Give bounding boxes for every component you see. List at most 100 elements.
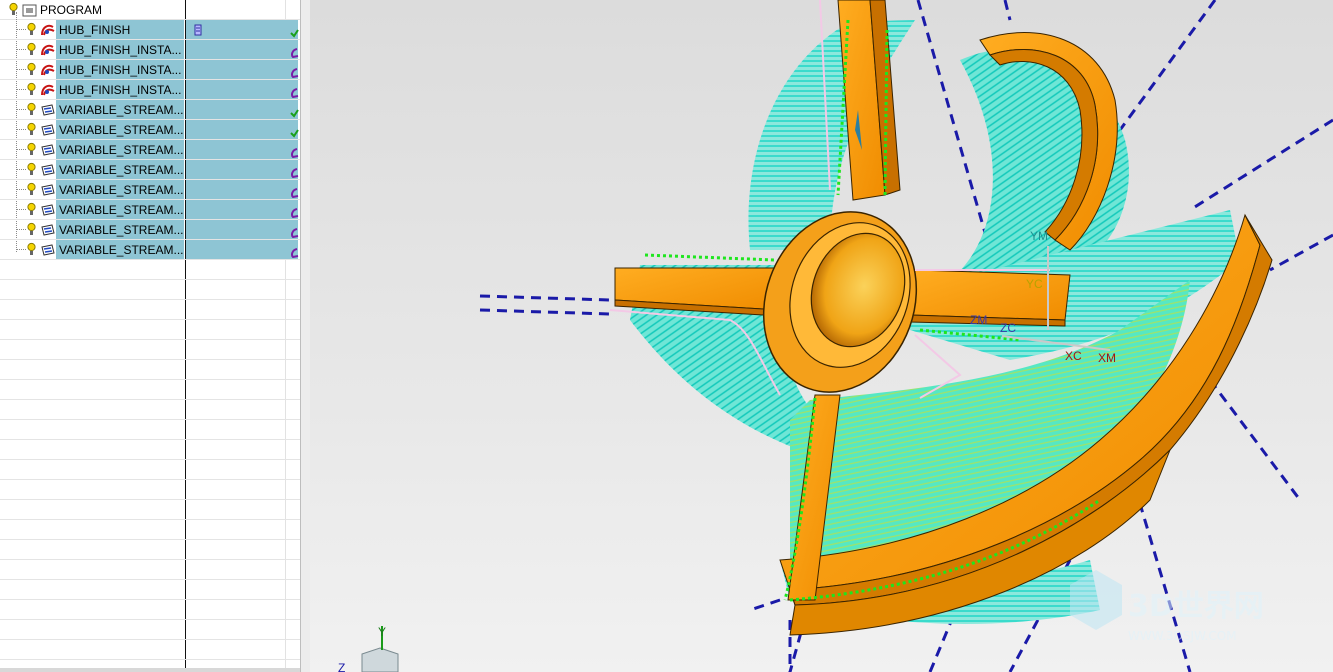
- light-bulb-icon: [27, 242, 36, 257]
- operation-label: VARIABLE_STREAM...: [59, 143, 184, 157]
- triad-y-label: Y: [378, 625, 386, 639]
- empty-row: [0, 260, 300, 280]
- variable-streamline-icon: [40, 123, 56, 137]
- variable-streamline-icon: [40, 143, 56, 157]
- operation-row[interactable]: VARIABLE_STREAM...: [0, 160, 300, 180]
- empty-row: [0, 440, 300, 460]
- operation-label: VARIABLE_STREAM...: [59, 223, 184, 237]
- light-bulb-icon: [27, 222, 36, 237]
- light-bulb-icon: [27, 82, 36, 97]
- variable-streamline-icon: [40, 163, 56, 177]
- light-bulb-icon: [27, 42, 36, 57]
- variable-streamline-icon: [40, 203, 56, 217]
- operation-row[interactable]: VARIABLE_STREAM...: [0, 100, 300, 120]
- selection-highlight: [186, 240, 298, 259]
- zm-label: ZM: [970, 313, 987, 327]
- selection-highlight: [186, 220, 298, 239]
- operation-row[interactable]: HUB_FINISH: [0, 20, 300, 40]
- operation-label: VARIABLE_STREAM...: [59, 183, 184, 197]
- operation-row[interactable]: VARIABLE_STREAM...: [0, 220, 300, 240]
- hub-finish-icon: [40, 63, 56, 77]
- xm-label: XM: [1098, 351, 1116, 365]
- tree-connector: [16, 109, 26, 110]
- program-label: PROGRAM: [40, 3, 103, 17]
- yc-label: YC: [1026, 277, 1043, 291]
- empty-row: [0, 320, 300, 340]
- regenerate-icon: [290, 65, 299, 79]
- operation-row[interactable]: VARIABLE_STREAM...: [0, 200, 300, 220]
- light-bulb-icon: [27, 102, 36, 117]
- operation-row[interactable]: HUB_FINISH_INSTA...: [0, 80, 300, 100]
- selection-highlight: [186, 140, 298, 159]
- selection-highlight: [186, 120, 298, 139]
- empty-row: [0, 420, 300, 440]
- horizontal-scrollbar[interactable]: [0, 668, 300, 672]
- tree-connector: [16, 189, 26, 190]
- regenerate-icon: [290, 185, 299, 199]
- tree-connector: [16, 249, 26, 250]
- selection-highlight: [186, 200, 298, 219]
- empty-row: [0, 280, 300, 300]
- operation-label: HUB_FINISH: [59, 23, 131, 37]
- hub-finish-icon: [40, 43, 56, 57]
- operation-row[interactable]: VARIABLE_STREAM...: [0, 140, 300, 160]
- variable-streamline-icon: [40, 243, 56, 257]
- operation-row[interactable]: HUB_FINISH_INSTA...: [0, 60, 300, 80]
- selection-highlight: [186, 60, 298, 79]
- tree-connector: [16, 49, 26, 50]
- empty-row: [0, 380, 300, 400]
- regenerate-icon: [290, 145, 299, 159]
- complete-check-icon: [290, 105, 299, 118]
- tree-connector: [16, 29, 26, 30]
- triad-z-label: Z: [338, 661, 345, 672]
- empty-row: [0, 460, 300, 480]
- ym-label: YM: [1030, 229, 1048, 243]
- tree-connector: [16, 129, 26, 130]
- operation-label: HUB_FINISH_INSTA...: [59, 43, 182, 57]
- hub-finish-icon: [40, 83, 56, 97]
- light-bulb-icon: [27, 122, 36, 137]
- empty-row: [0, 620, 300, 640]
- regenerate-icon: [290, 85, 299, 99]
- tree-connector: [16, 169, 26, 170]
- impeller-blade-mid: [909, 269, 1071, 327]
- selection-highlight: [186, 100, 298, 119]
- operation-label: VARIABLE_STREAM...: [59, 103, 184, 117]
- light-bulb-icon: [27, 142, 36, 157]
- operation-row[interactable]: VARIABLE_STREAM...: [0, 120, 300, 140]
- selection-highlight: [186, 80, 298, 99]
- complete-check-icon: [290, 125, 299, 138]
- operation-row[interactable]: VARIABLE_STREAM...: [0, 180, 300, 200]
- variable-streamline-icon: [40, 223, 56, 237]
- light-bulb-icon: [27, 182, 36, 197]
- zc-label: ZC: [1000, 321, 1016, 335]
- operation-navigator[interactable]: PROGRAM HUB_FINISH HUB_FINISH_INSTA... HUB_…: [0, 0, 301, 672]
- light-bulb-icon: [27, 162, 36, 177]
- model-view[interactable]: YM YC ZM ZC XC XM Y Z 3D世界网 WWW.3DSJW.CO…: [310, 0, 1333, 672]
- regenerate-icon: [290, 165, 299, 179]
- selection-highlight: [186, 180, 298, 199]
- tree-connector: [16, 229, 26, 230]
- empty-row: [0, 600, 300, 620]
- graphics-window[interactable]: YM YC ZM ZC XC XM Y Z 3D世界网 WWW.3DSJW.CO…: [310, 0, 1333, 672]
- empty-row: [0, 480, 300, 500]
- selection-highlight: [186, 160, 298, 179]
- empty-row: [0, 360, 300, 380]
- light-bulb-icon: [27, 62, 36, 77]
- regenerate-icon: [290, 245, 299, 259]
- empty-row: [0, 640, 300, 660]
- empty-row: [0, 400, 300, 420]
- operation-row[interactable]: VARIABLE_STREAM...: [0, 240, 300, 260]
- operation-row[interactable]: HUB_FINISH_INSTA...: [0, 40, 300, 60]
- empty-row: [0, 540, 300, 560]
- tree-row-program[interactable]: PROGRAM: [0, 0, 300, 20]
- empty-row: [0, 560, 300, 580]
- regenerate-icon: [290, 205, 299, 219]
- empty-row: [0, 520, 300, 540]
- watermark-url: WWW.3DSJW.COM: [1128, 629, 1237, 643]
- view-triad[interactable]: Y Z: [338, 625, 399, 672]
- regenerate-icon: [290, 45, 299, 59]
- program-folder-icon: [22, 3, 38, 17]
- hub-finish-icon: [40, 23, 56, 37]
- complete-check-icon: [290, 25, 299, 38]
